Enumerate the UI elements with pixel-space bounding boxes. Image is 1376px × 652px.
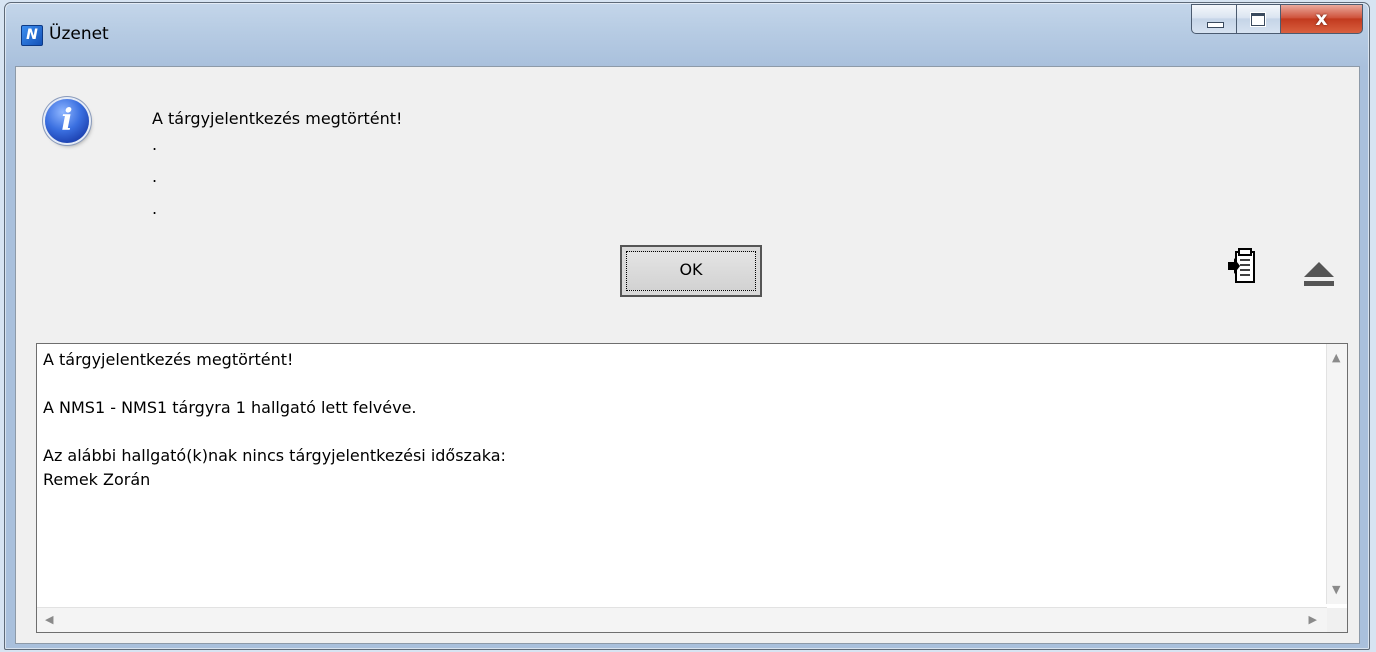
details-line: A tárgyjelentkezés megtörtént!: [43, 350, 294, 369]
message-dot: .: [152, 135, 158, 154]
horizontal-scrollbar[interactable]: ◀ ▶: [37, 607, 1327, 632]
message-dialog-window: N Üzenet x i A tárgyjelentkezés megtörté…: [4, 2, 1370, 650]
minimize-button[interactable]: [1191, 4, 1237, 34]
info-icon: i: [45, 99, 89, 143]
maximize-icon: [1251, 13, 1265, 26]
details-line: Az alábbi hallgató(k)nak nincs tárgyjele…: [43, 446, 506, 465]
message-area: A tárgyjelentkezés megtörtént! . . .: [152, 107, 402, 227]
details-line: A NMS1 - NMS1 tárgyra 1 hallgató lett fe…: [43, 398, 417, 417]
details-line: [43, 372, 506, 396]
window-title: Üzenet: [49, 24, 109, 44]
close-button[interactable]: x: [1281, 4, 1363, 34]
eject-icon[interactable]: [1300, 259, 1338, 289]
message-dot: .: [152, 199, 158, 218]
close-icon: x: [1315, 8, 1328, 30]
scroll-left-icon[interactable]: ◀: [45, 614, 53, 626]
app-icon: N: [21, 25, 43, 46]
scrollbar-corner: [1327, 608, 1347, 632]
scroll-down-icon[interactable]: ▼: [1332, 584, 1340, 596]
minimize-icon: [1207, 22, 1224, 28]
details-line: [43, 420, 506, 444]
ok-button[interactable]: OK: [620, 245, 762, 297]
dialog-body: i A tárgyjelentkezés megtörtént! . . . O…: [15, 66, 1360, 644]
maximize-button[interactable]: [1237, 4, 1281, 34]
title-bar[interactable]: N Üzenet x: [5, 3, 1369, 63]
scroll-right-icon[interactable]: ▶: [1309, 614, 1317, 626]
ok-button-label: OK: [626, 251, 756, 291]
details-line: Remek Zorán: [43, 470, 151, 489]
message-headline: A tárgyjelentkezés megtörtént!: [152, 109, 403, 128]
message-dot: .: [152, 167, 158, 186]
caption-buttons: x: [1191, 4, 1363, 38]
vertical-scrollbar[interactable]: ▲ ▼: [1326, 344, 1347, 604]
message-dots: . . .: [152, 131, 402, 227]
details-text: A tárgyjelentkezés megtörtént! A NMS1 - N…: [43, 348, 506, 492]
details-textbox[interactable]: A tárgyjelentkezés megtörtént! A NMS1 - N…: [36, 343, 1348, 633]
scroll-up-icon[interactable]: ▲: [1332, 352, 1340, 364]
clipboard-icon[interactable]: [1228, 247, 1258, 287]
